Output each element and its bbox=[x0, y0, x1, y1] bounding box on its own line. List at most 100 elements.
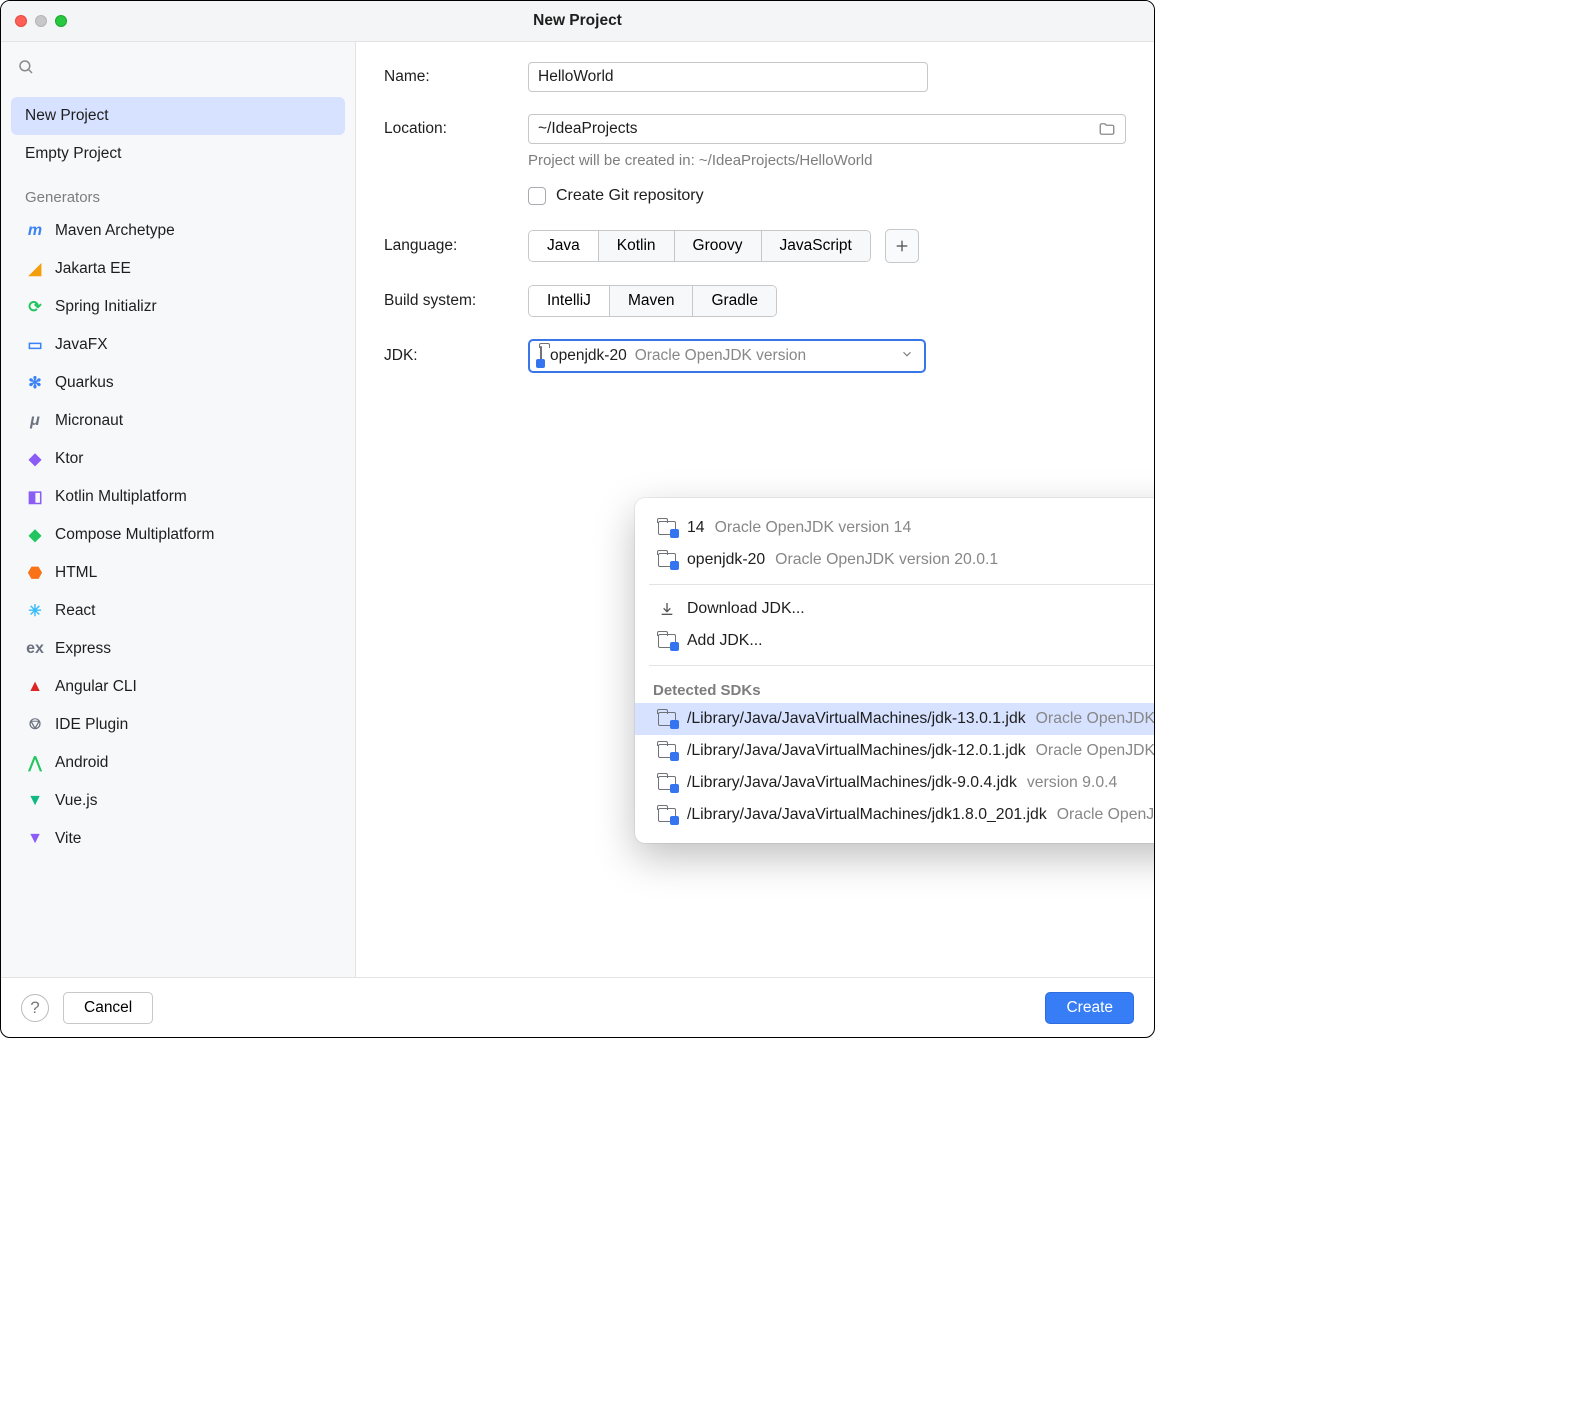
download-jdk-option[interactable]: Download JDK... bbox=[635, 593, 1155, 625]
generator-label: Angular CLI bbox=[55, 678, 137, 696]
build-system-label: Build system: bbox=[384, 292, 528, 310]
language-label: Language: bbox=[384, 237, 528, 255]
add-jdk-option[interactable]: Add JDK... bbox=[635, 625, 1155, 657]
build-seg-option-0[interactable]: IntelliJ bbox=[529, 286, 610, 316]
generator-item-14[interactable]: ⋀Android bbox=[11, 744, 345, 782]
lang-seg-option-1[interactable]: Kotlin bbox=[599, 231, 675, 261]
express-icon: ex bbox=[25, 639, 45, 659]
add-jdk-label: Add JDK... bbox=[687, 632, 763, 650]
jdk-combobox[interactable]: openjdk-20 Oracle OpenJDK version bbox=[528, 339, 926, 373]
jdk-folder-icon bbox=[657, 805, 677, 825]
name-label: Name: bbox=[384, 68, 528, 86]
git-checkbox-row[interactable]: Create Git repository bbox=[528, 187, 1126, 205]
build-seg-option-2[interactable]: Gradle bbox=[693, 286, 776, 316]
name-input[interactable]: HelloWorld bbox=[528, 62, 928, 92]
generator-label: Kotlin Multiplatform bbox=[55, 488, 187, 506]
sidebar-category-0[interactable]: New Project bbox=[11, 97, 345, 135]
add-language-button[interactable] bbox=[885, 229, 919, 263]
generator-item-11[interactable]: exExpress bbox=[11, 630, 345, 668]
generators-header: Generators bbox=[11, 173, 345, 212]
generator-item-15[interactable]: ▼Vue.js bbox=[11, 782, 345, 820]
generator-label: JavaFX bbox=[55, 336, 108, 354]
spring-icon: ⟳ bbox=[25, 297, 45, 317]
build-system-row: Build system: IntelliJMavenGradle bbox=[384, 285, 1126, 317]
generator-item-8[interactable]: ◆ Compose Multiplatform bbox=[11, 516, 345, 554]
language-row: Language: JavaKotlinGroovyJavaScript bbox=[384, 229, 1126, 263]
jdk-dropdown-popup: 14Oracle OpenJDK version 14openjdk-20Ora… bbox=[635, 498, 1155, 843]
generator-item-4[interactable]: ✻Quarkus bbox=[11, 364, 345, 402]
jdk-detected-secondary: Oracle OpenJDK version 13.0.1 bbox=[1036, 710, 1155, 728]
maven-icon: m bbox=[25, 221, 45, 241]
name-row: Name: HelloWorld bbox=[384, 62, 1126, 92]
location-hint: Project will be created in: ~/IdeaProjec… bbox=[528, 152, 1126, 169]
git-checkbox[interactable] bbox=[528, 187, 546, 205]
jdk-selected-secondary: Oracle OpenJDK version bbox=[635, 347, 806, 365]
generator-item-6[interactable]: ◆Ktor bbox=[11, 440, 345, 478]
jdk-option-detected-1[interactable]: /Library/Java/JavaVirtualMachines/jdk-12… bbox=[635, 735, 1155, 767]
micronaut-icon: μ bbox=[25, 411, 45, 431]
quarkus-icon: ✻ bbox=[25, 373, 45, 393]
generator-label: Ktor bbox=[55, 450, 83, 468]
generator-item-12[interactable]: ▲ Angular CLI bbox=[11, 668, 345, 706]
create-button[interactable]: Create bbox=[1045, 992, 1134, 1024]
generator-item-10[interactable]: ✳React bbox=[11, 592, 345, 630]
jdk-option-installed-0[interactable]: 14Oracle OpenJDK version 14 bbox=[635, 512, 1155, 544]
jdk-detected-path: /Library/Java/JavaVirtualMachines/jdk-12… bbox=[687, 742, 1026, 760]
jdk-folder-icon bbox=[657, 518, 677, 538]
compose-icon: ◆ bbox=[25, 525, 45, 545]
generator-item-1[interactable]: ◢Jakarta EE bbox=[11, 250, 345, 288]
jdk-detected-secondary: version 9.0.4 bbox=[1027, 774, 1117, 792]
help-button[interactable]: ? bbox=[21, 994, 49, 1022]
generator-item-5[interactable]: μ Micronaut bbox=[11, 402, 345, 440]
search-icon bbox=[17, 58, 35, 76]
cancel-button[interactable]: Cancel bbox=[63, 992, 153, 1024]
jdk-detected-secondary: Oracle OpenJDK version 1.8.0_201 bbox=[1057, 806, 1155, 824]
generator-label: IDE Plugin bbox=[55, 716, 128, 734]
sidebar-list: New Project Empty ProjectGeneratorsmMaven… bbox=[1, 91, 355, 864]
generator-item-0[interactable]: mMaven Archetype bbox=[11, 212, 345, 250]
jdk-folder-icon bbox=[657, 741, 677, 761]
generator-label: HTML bbox=[55, 564, 97, 582]
jdk-option-secondary: Oracle OpenJDK version 20.0.1 bbox=[775, 551, 998, 569]
location-input[interactable]: ~/IdeaProjects bbox=[528, 114, 1126, 144]
jakarta-icon: ◢ bbox=[25, 259, 45, 279]
generator-label: Micronaut bbox=[55, 412, 123, 430]
name-value: HelloWorld bbox=[538, 68, 614, 86]
jdk-option-installed-1[interactable]: openjdk-20Oracle OpenJDK version 20.0.1 bbox=[635, 544, 1155, 576]
generator-item-9[interactable]: ⬣HTML bbox=[11, 554, 345, 592]
angular-icon: ▲ bbox=[25, 677, 45, 697]
browse-folder-icon[interactable] bbox=[1098, 120, 1116, 138]
generator-item-7[interactable]: ◧Kotlin Multiplatform bbox=[11, 478, 345, 516]
sidebar-search[interactable] bbox=[1, 42, 355, 91]
build-system-segmented: IntelliJMavenGradle bbox=[528, 285, 777, 317]
main-panel: Name: HelloWorld Location: ~/IdeaProject… bbox=[356, 42, 1154, 977]
sidebar-category-label: New Project bbox=[25, 107, 109, 125]
vite-icon: ▼ bbox=[25, 829, 45, 849]
location-value: ~/IdeaProjects bbox=[538, 120, 638, 138]
jdk-folder-icon bbox=[657, 709, 677, 729]
window: New Project New Project Empty ProjectGene… bbox=[0, 0, 1155, 1038]
lang-seg-option-2[interactable]: Groovy bbox=[675, 231, 762, 261]
jdk-option-detected-3[interactable]: /Library/Java/JavaVirtualMachines/jdk1.8… bbox=[635, 799, 1155, 831]
jdk-detected-path: /Library/Java/JavaVirtualMachines/jdk-9.… bbox=[687, 774, 1017, 792]
location-label: Location: bbox=[384, 120, 528, 138]
jdk-label: JDK: bbox=[384, 347, 528, 365]
separator bbox=[649, 584, 1155, 585]
window-title: New Project bbox=[1, 12, 1154, 30]
jdk-option-detected-2[interactable]: /Library/Java/JavaVirtualMachines/jdk-9.… bbox=[635, 767, 1155, 799]
sidebar-category-1[interactable]: Empty Project bbox=[11, 135, 345, 173]
footer: ? Cancel Create bbox=[1, 977, 1154, 1037]
download-icon bbox=[657, 599, 677, 619]
generator-item-3[interactable]: ▭JavaFX bbox=[11, 326, 345, 364]
generator-item-2[interactable]: ⟳Spring Initializr bbox=[11, 288, 345, 326]
generator-label: Compose Multiplatform bbox=[55, 526, 214, 544]
generator-item-16[interactable]: ▼Vite bbox=[11, 820, 345, 858]
jdk-option-detected-0[interactable]: /Library/Java/JavaVirtualMachines/jdk-13… bbox=[635, 703, 1155, 735]
build-seg-option-1[interactable]: Maven bbox=[610, 286, 694, 316]
generator-item-13[interactable]: ⎊ IDE Plugin bbox=[11, 706, 345, 744]
ide-plugin-icon: ⎊ bbox=[25, 715, 45, 735]
location-row: Location: ~/IdeaProjects bbox=[384, 114, 1126, 144]
plus-icon bbox=[894, 238, 910, 254]
lang-seg-option-0[interactable]: Java bbox=[529, 231, 599, 261]
lang-seg-option-3[interactable]: JavaScript bbox=[762, 231, 870, 261]
